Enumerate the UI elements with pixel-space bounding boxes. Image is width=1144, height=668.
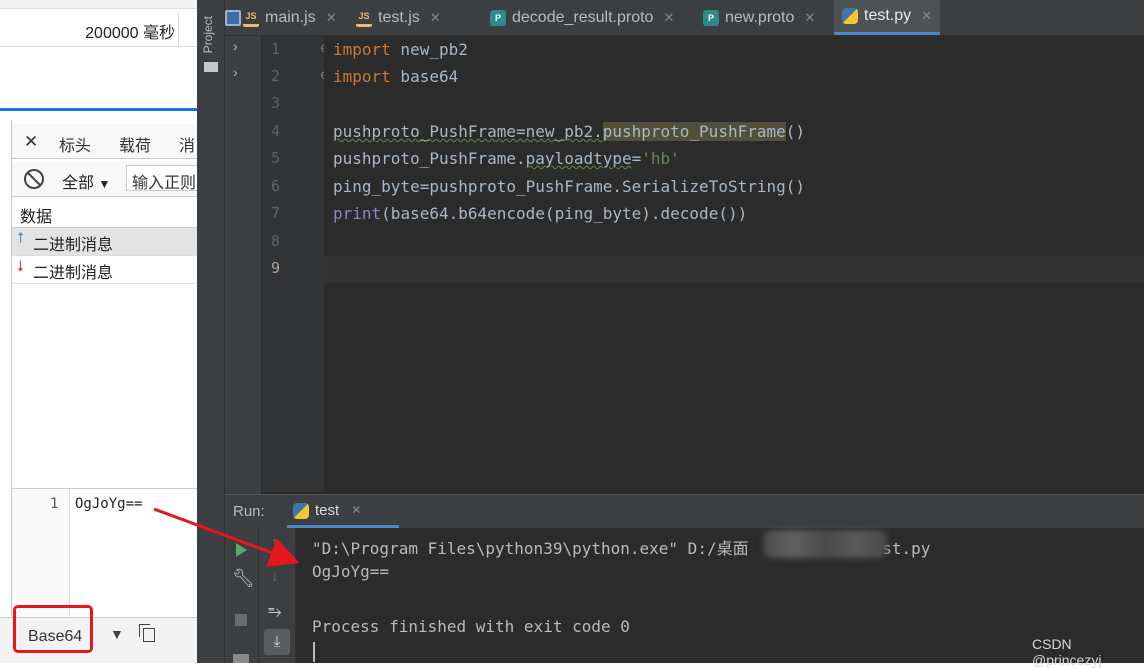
annotation-arrow xyxy=(153,507,300,567)
